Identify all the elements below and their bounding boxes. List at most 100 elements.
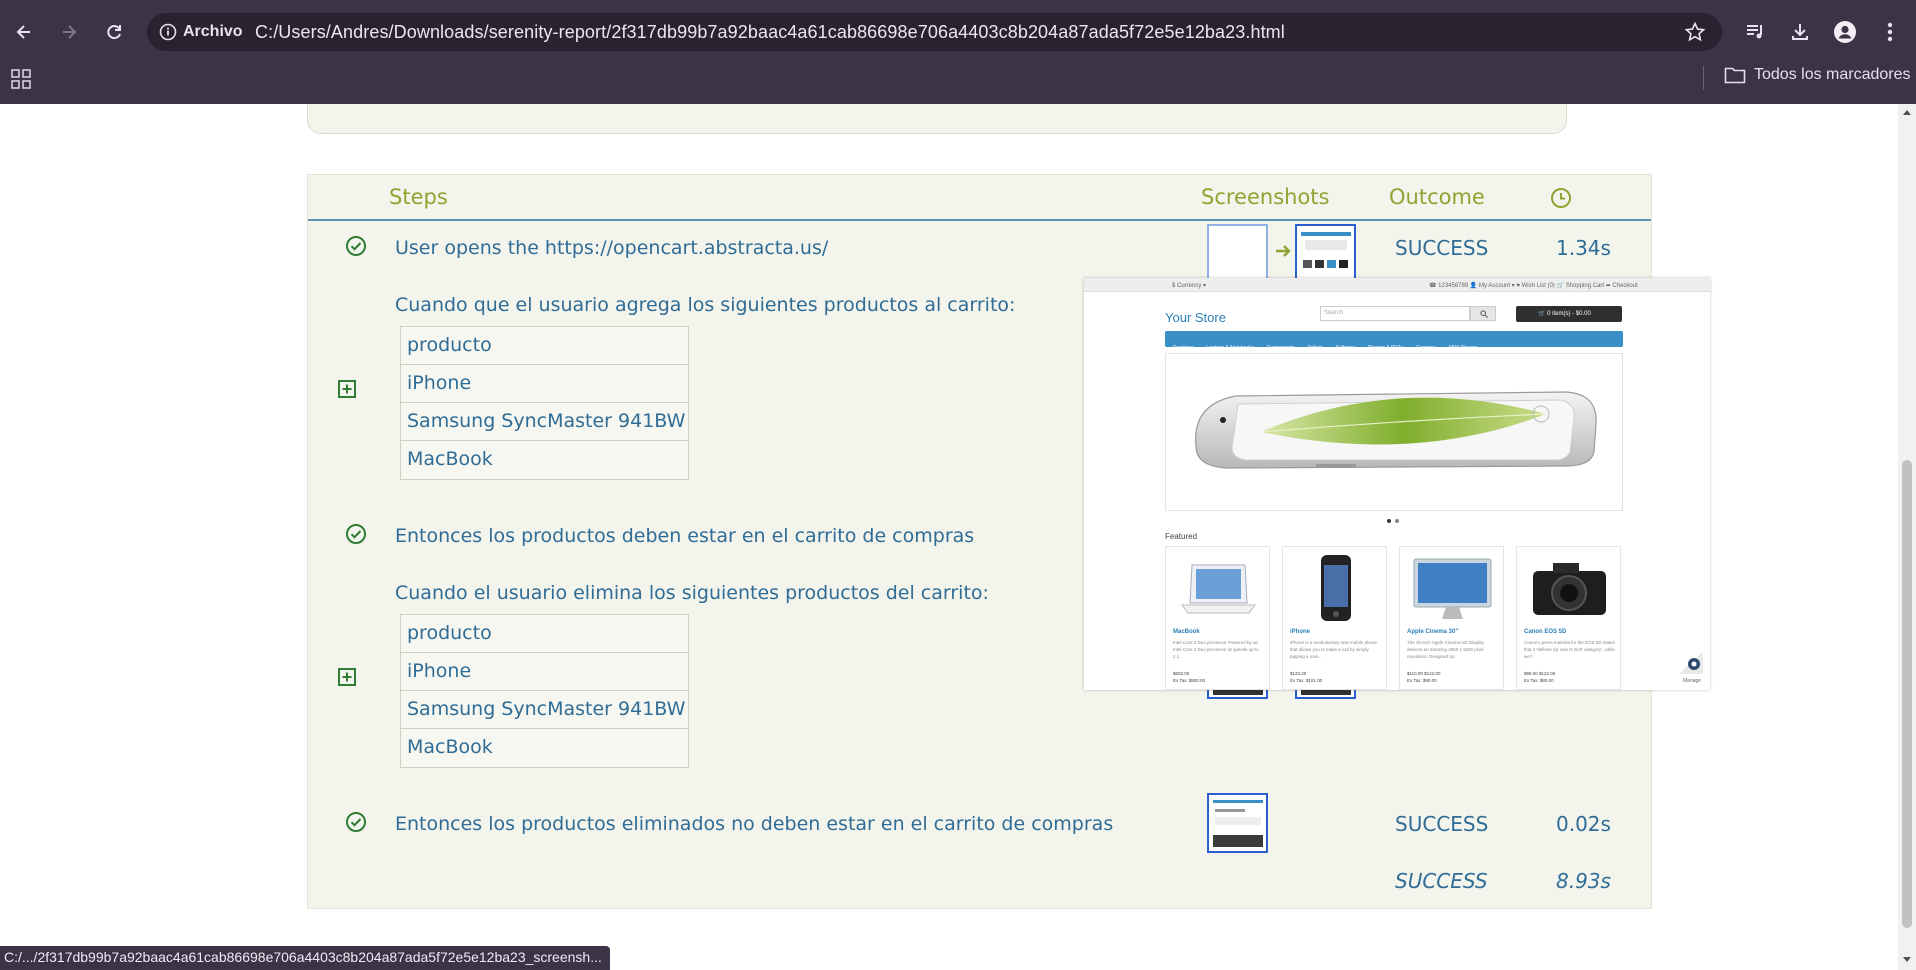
preview-product-name: Apple Cinema 30" xyxy=(1407,629,1459,635)
preview-product-price: $123.20 xyxy=(1290,671,1307,676)
folder-icon xyxy=(1724,67,1746,84)
success-check-icon xyxy=(346,524,366,544)
expand-plus-icon[interactable] xyxy=(338,380,356,398)
preview-manage-badge: Manage xyxy=(1675,650,1705,686)
reload-icon xyxy=(107,25,121,40)
step-3-text: Entonces los productos deben estar en el… xyxy=(395,525,975,547)
expand-plus-icon[interactable] xyxy=(338,668,356,686)
preview-product-card: Canon EOS 5D Canon's press material for … xyxy=(1516,546,1621,690)
step-1-duration: 1.34s xyxy=(1556,236,1611,260)
search-icon xyxy=(1480,310,1488,318)
preview-product-card: MacBook Intel Core 2 Duo processor Power… xyxy=(1165,546,1270,690)
preview-product-desc: iPhone is a revolutionary new mobile pho… xyxy=(1290,640,1378,659)
preview-product-price: $602.00 xyxy=(1173,671,1190,676)
profile-button[interactable] xyxy=(1831,18,1859,46)
preview-menu-item: Components xyxy=(1266,345,1295,351)
preview-search-placeholder: Search xyxy=(1324,310,1344,316)
forward-button[interactable] xyxy=(55,18,83,46)
previous-section-panel xyxy=(307,104,1567,134)
preview-store-logo: Your Store xyxy=(1165,310,1226,325)
step-4-text: Cuando el usuario elimina los siguientes… xyxy=(395,582,989,604)
preview-menu-bar: Desktops Laptops & Notebooks Components … xyxy=(1165,331,1623,351)
scroll-up-arrow-icon[interactable] xyxy=(1902,108,1912,116)
all-bookmarks-button[interactable]: Todos los marcadores xyxy=(1724,66,1911,84)
remove-products-table: producto iPhone Samsung SyncMaster 941BW… xyxy=(400,614,689,768)
screenshots-column-header: Screenshots xyxy=(1201,185,1330,209)
preview-product-desc: The 30-inch Apple Cinema HD Display deli… xyxy=(1407,640,1484,659)
apps-button[interactable] xyxy=(10,68,32,94)
reload-button[interactable] xyxy=(100,18,128,46)
preview-menu-item: Laptops & Notebooks xyxy=(1206,345,1255,351)
preview-product-tax: Ex Tax: $101.00 xyxy=(1290,678,1323,683)
step-5-duration: 0.02s xyxy=(1556,812,1611,836)
iphone-banner-image xyxy=(1195,391,1597,469)
preview-product-card: Apple Cinema 30" The 30-inch Apple Cinem… xyxy=(1399,546,1504,690)
preview-menu-item: Desktops xyxy=(1173,345,1194,351)
site-info-label: Archivo xyxy=(183,23,243,40)
media-controls-button[interactable] xyxy=(1741,18,1769,46)
status-bar-link-preview: C:/.../2f317db99b7a92baac4a61cab86698e70… xyxy=(0,946,610,970)
preview-product-tax: Ex Tax: $500.00 xyxy=(1173,678,1206,683)
preview-carousel-dots xyxy=(1387,519,1399,523)
address-bar[interactable]: Archivo C:/Users/Andres/Downloads/sereni… xyxy=(147,13,1722,51)
step-1-screenshot-before[interactable] xyxy=(1207,224,1268,284)
preview-cart-button: 🛒 0 item(s) - $0.00 xyxy=(1516,306,1622,322)
preview-product-desc: Canon's press material for the EOS 5D st… xyxy=(1524,640,1615,659)
preview-featured-heading: Featured xyxy=(1165,532,1198,541)
arrow-right-icon xyxy=(1276,245,1291,257)
browser-toolbar: Archivo C:/Users/Andres/Downloads/sereni… xyxy=(0,0,1916,104)
preview-product-name: iPhone xyxy=(1290,629,1311,635)
preview-manage-label: Manage xyxy=(1683,678,1702,684)
menu-button[interactable] xyxy=(1876,18,1904,46)
add-products-table: producto iPhone Samsung SyncMaster 941BW… xyxy=(400,326,689,480)
table-cell: MacBook xyxy=(407,448,493,470)
table-cell: MacBook xyxy=(407,736,493,758)
preview-product-price: $110.00 $122.00 xyxy=(1407,671,1441,676)
info-icon xyxy=(159,23,177,41)
total-duration: 8.93s xyxy=(1556,869,1611,893)
step-5-text: Entonces los productos eliminados no deb… xyxy=(395,813,1114,835)
back-button[interactable] xyxy=(10,18,38,46)
preview-product-name: Canon EOS 5D xyxy=(1524,629,1567,635)
table-cell: producto xyxy=(401,615,688,653)
playlist-icon xyxy=(1747,25,1762,39)
preview-menu-item: Software xyxy=(1335,345,1356,351)
avatar-icon xyxy=(1834,21,1856,43)
preview-menu-item: Tablets xyxy=(1307,345,1324,351)
table-cell: producto xyxy=(401,327,688,365)
downloads-button[interactable] xyxy=(1786,18,1814,46)
success-check-icon xyxy=(346,236,366,256)
preview-product-price: $98.00 $122.00 xyxy=(1524,671,1556,676)
scrollbar-thumb[interactable] xyxy=(1902,460,1912,928)
preview-cart-label: 🛒 0 item(s) - $0.00 xyxy=(1538,311,1591,317)
table-cell: iPhone xyxy=(401,365,688,403)
kebab-menu-icon xyxy=(1887,22,1893,42)
screenshot-preview-popup[interactable]: $ Currency ▾ ☎ 123456789 👤 My Account ▾ … xyxy=(1084,278,1710,690)
site-info-chip[interactable]: Archivo xyxy=(159,20,243,44)
apple-cinema-image xyxy=(1413,558,1492,619)
url-text[interactable]: C:/Users/Andres/Downloads/serenity-repor… xyxy=(255,22,1285,43)
total-outcome: SUCCESS xyxy=(1395,869,1488,893)
preview-menu-item: MP3 Players xyxy=(1448,345,1478,351)
table-cell: Samsung SyncMaster 941BW xyxy=(401,691,688,729)
table-cell: Samsung SyncMaster 941BW xyxy=(401,403,688,441)
preview-product-card: iPhone iPhone is a revolutionary new mob… xyxy=(1282,546,1387,690)
iphone-image xyxy=(1321,555,1351,621)
clock-icon xyxy=(1551,188,1571,208)
arrow-left-icon xyxy=(16,25,30,39)
macbook-image xyxy=(1181,564,1256,614)
preview-search-input: Search xyxy=(1320,306,1470,321)
all-bookmarks-label: Todos los marcadores xyxy=(1754,66,1911,83)
apps-grid-icon xyxy=(11,69,31,89)
outcome-column-header: Outcome xyxy=(1389,185,1485,209)
bookmark-star-button[interactable] xyxy=(1684,21,1706,47)
step-5-screenshot[interactable] xyxy=(1207,793,1268,853)
preview-product-name: MacBook xyxy=(1173,629,1200,635)
preview-hero-banner xyxy=(1165,353,1623,511)
preview-product-tax: Ex Tax: $80.00 xyxy=(1524,678,1554,683)
page-scrollbar[interactable] xyxy=(1898,104,1916,970)
preview-top-links: ☎ 123456789 👤 My Account ▾ ♥ Wish List (… xyxy=(1429,283,1638,289)
step-1-screenshot-after[interactable] xyxy=(1295,224,1356,284)
step-5-outcome: SUCCESS xyxy=(1395,812,1489,836)
scroll-down-arrow-icon[interactable] xyxy=(1902,956,1912,964)
